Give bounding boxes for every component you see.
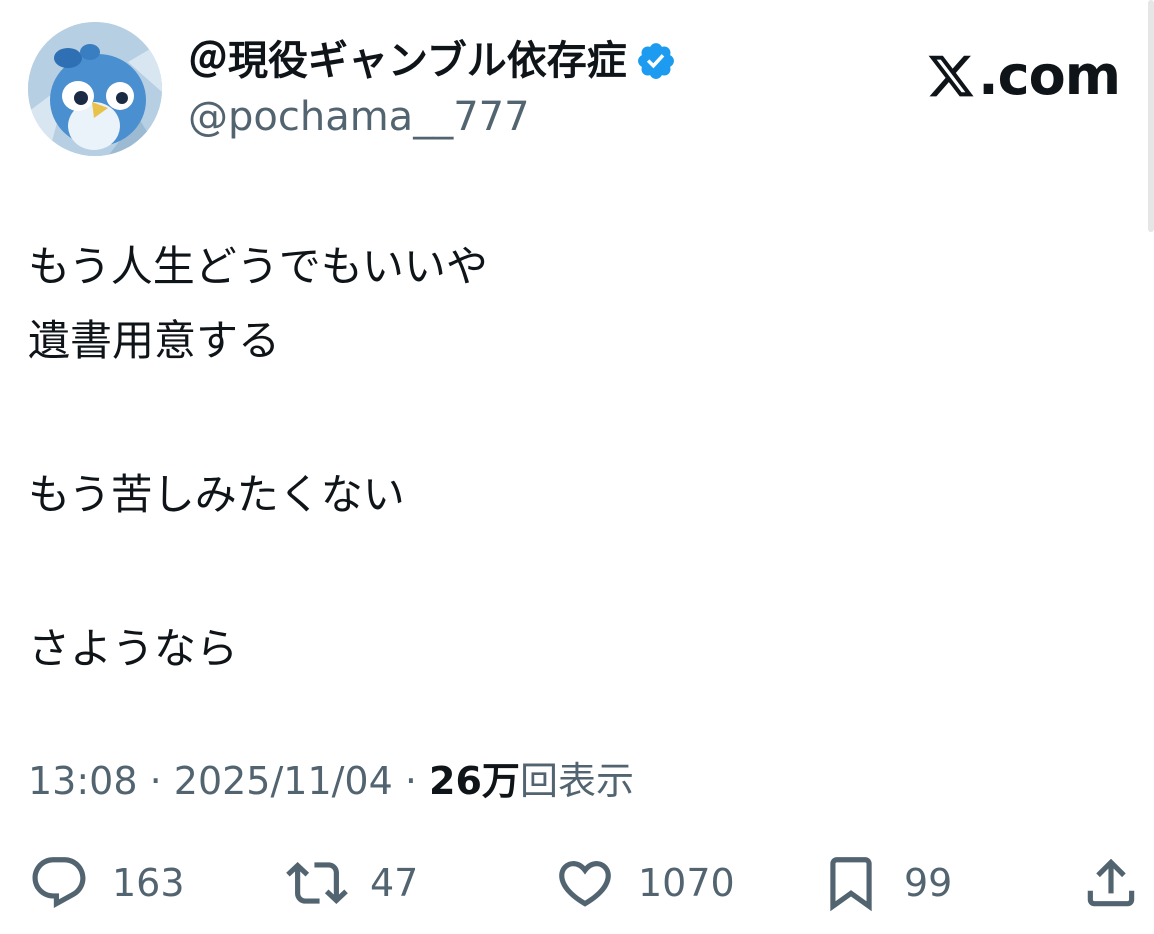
display-name[interactable]: ＠現役ギャンブル依存症: [188, 36, 677, 86]
tweet-line: もう苦しみたくない: [28, 470, 405, 519]
heart-icon: [559, 861, 611, 907]
x-com-brand: .com: [926, 44, 1121, 107]
bookmark-icon: [830, 857, 872, 912]
scrollbar[interactable]: [1148, 0, 1154, 232]
bookmark-button[interactable]: 99: [820, 848, 952, 918]
views-count: 26万: [429, 759, 520, 803]
name-block: ＠現役ギャンブル依存症 @pochama__777: [188, 36, 677, 144]
tweet-text: もう人生どうでもいいや 遺書用意する もう苦しみたくない さようなら: [28, 230, 1108, 686]
tweet-header: ＠現役ギャンブル依存症 @pochama__777 .com: [28, 22, 1128, 162]
reply-count: 163: [112, 861, 185, 905]
bookmark-count: 99: [904, 861, 953, 905]
tweet-time[interactable]: 13:08: [28, 759, 138, 803]
reply-icon: [32, 857, 86, 909]
tweet-meta: 13:08 · 2025/11/04 · 26万回表示: [28, 756, 634, 806]
meta-separator: ·: [392, 759, 430, 803]
like-count: 1070: [638, 861, 735, 905]
avatar[interactable]: [28, 22, 162, 156]
display-name-text[interactable]: ＠現役ギャンブル依存症: [188, 36, 627, 86]
share-icon: [1087, 858, 1135, 907]
reply-button[interactable]: 163: [28, 848, 185, 918]
retweet-icon: [286, 862, 348, 904]
views-label: 回表示: [519, 759, 634, 803]
retweet-button[interactable]: 47: [286, 848, 418, 918]
user-handle[interactable]: @pochama__777: [188, 90, 677, 144]
tweet-date[interactable]: 2025/11/04: [174, 759, 393, 803]
share-button[interactable]: [1080, 848, 1142, 918]
like-button[interactable]: 1070: [554, 848, 735, 918]
tweet-line: もう人生どうでもいいや: [28, 242, 488, 291]
meta-separator: ·: [137, 759, 174, 803]
verified-badge-icon: [637, 43, 674, 79]
action-bar: 163 47 1070 99: [28, 848, 1140, 918]
penguin-avatar-icon: [28, 22, 162, 156]
tweet-line: さようなら: [28, 624, 239, 673]
x-logo-icon: [928, 55, 974, 96]
retweet-count: 47: [370, 861, 419, 905]
tweet-line: 遺書用意する: [28, 316, 281, 365]
brand-domain: .com: [978, 44, 1121, 107]
